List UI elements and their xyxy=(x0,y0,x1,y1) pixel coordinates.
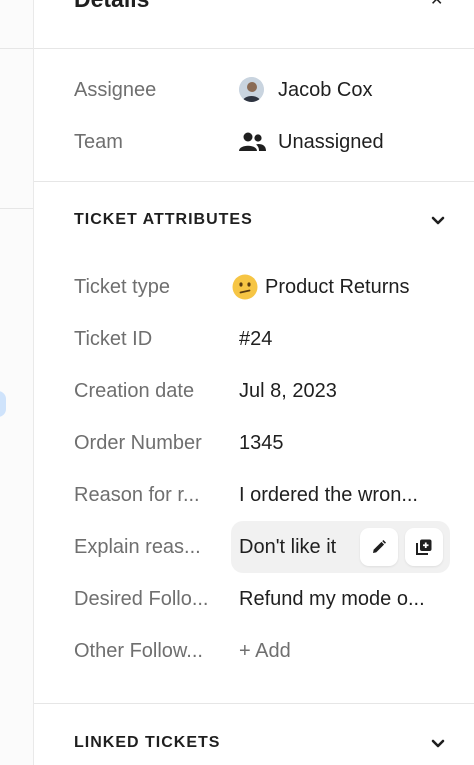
assignee-value: Jacob Cox xyxy=(278,79,373,101)
edit-button[interactable] xyxy=(360,528,398,566)
assignee-row[interactable]: Assignee Jacob Cox xyxy=(34,70,474,110)
add-value-button[interactable]: + Add xyxy=(239,631,291,671)
chevron-down-icon[interactable] xyxy=(431,739,445,749)
team-icon xyxy=(239,132,266,151)
divider xyxy=(34,48,474,49)
attribute-label: Explain reas... xyxy=(74,536,201,558)
linked-tickets-heading[interactable]: LINKED TICKETS xyxy=(74,734,220,752)
chevron-down-icon[interactable] xyxy=(431,216,445,226)
left-pane-divider xyxy=(0,208,33,209)
attribute-label: Ticket ID xyxy=(74,328,153,350)
attribute-row-desired-follow-up[interactable]: Desired Follo... Refund my mode o... xyxy=(34,579,474,619)
attribute-row-creation-date: Creation date Jul 8, 2023 xyxy=(34,371,474,411)
attribute-row-reason[interactable]: Reason for r... I ordered the wron... xyxy=(34,475,474,515)
attribute-row-ticket-type[interactable]: Ticket type Product Returns xyxy=(34,267,474,307)
attribute-row-order-number[interactable]: Order Number 1345 xyxy=(34,423,474,463)
attribute-label: Desired Follo... xyxy=(74,588,209,610)
attribute-value: Jul 8, 2023 xyxy=(239,380,337,402)
attribute-value: #24 xyxy=(239,328,273,350)
copy-icon xyxy=(416,539,432,555)
panel-title: Details xyxy=(74,0,149,13)
left-pane-divider xyxy=(0,48,33,49)
attribute-value-field[interactable]: Don't like it xyxy=(231,521,450,573)
avatar xyxy=(239,77,264,102)
pencil-icon xyxy=(373,540,386,553)
attribute-label: Ticket type xyxy=(74,276,170,298)
team-label: Team xyxy=(74,131,123,153)
details-panel: Details ✕ Assignee Jacob Cox Team Unassi… xyxy=(34,0,474,765)
attribute-label: Creation date xyxy=(74,380,195,402)
attribute-value: 1345 xyxy=(239,432,284,454)
attribute-label: Order Number xyxy=(74,432,202,454)
attribute-label: Other Follow... xyxy=(74,640,203,662)
ticket-attributes-heading[interactable]: TICKET ATTRIBUTES xyxy=(74,211,253,229)
attribute-row-other-follow-up[interactable]: Other Follow... + Add xyxy=(34,631,474,671)
attribute-value: Refund my mode o... xyxy=(239,588,425,610)
copy-button[interactable] xyxy=(405,528,443,566)
close-icon[interactable]: ✕ xyxy=(430,0,443,10)
attribute-value: Product Returns xyxy=(265,276,410,298)
team-value: Unassigned xyxy=(278,131,384,153)
attribute-label: Reason for r... xyxy=(74,484,200,506)
team-row[interactable]: Team Unassigned xyxy=(34,122,474,162)
divider xyxy=(34,703,474,704)
attribute-value: Don't like it xyxy=(239,536,337,558)
attribute-row-ticket-id: Ticket ID #24 xyxy=(34,319,474,359)
divider xyxy=(34,181,474,182)
left-pane-edge xyxy=(0,0,34,765)
confused-face-icon xyxy=(232,274,258,300)
attribute-row-explain-reason[interactable]: Explain reas... Don't like it xyxy=(34,521,474,573)
attribute-value: I ordered the wron... xyxy=(239,484,418,506)
assignee-label: Assignee xyxy=(74,79,157,101)
left-pane-indicator xyxy=(0,391,6,417)
